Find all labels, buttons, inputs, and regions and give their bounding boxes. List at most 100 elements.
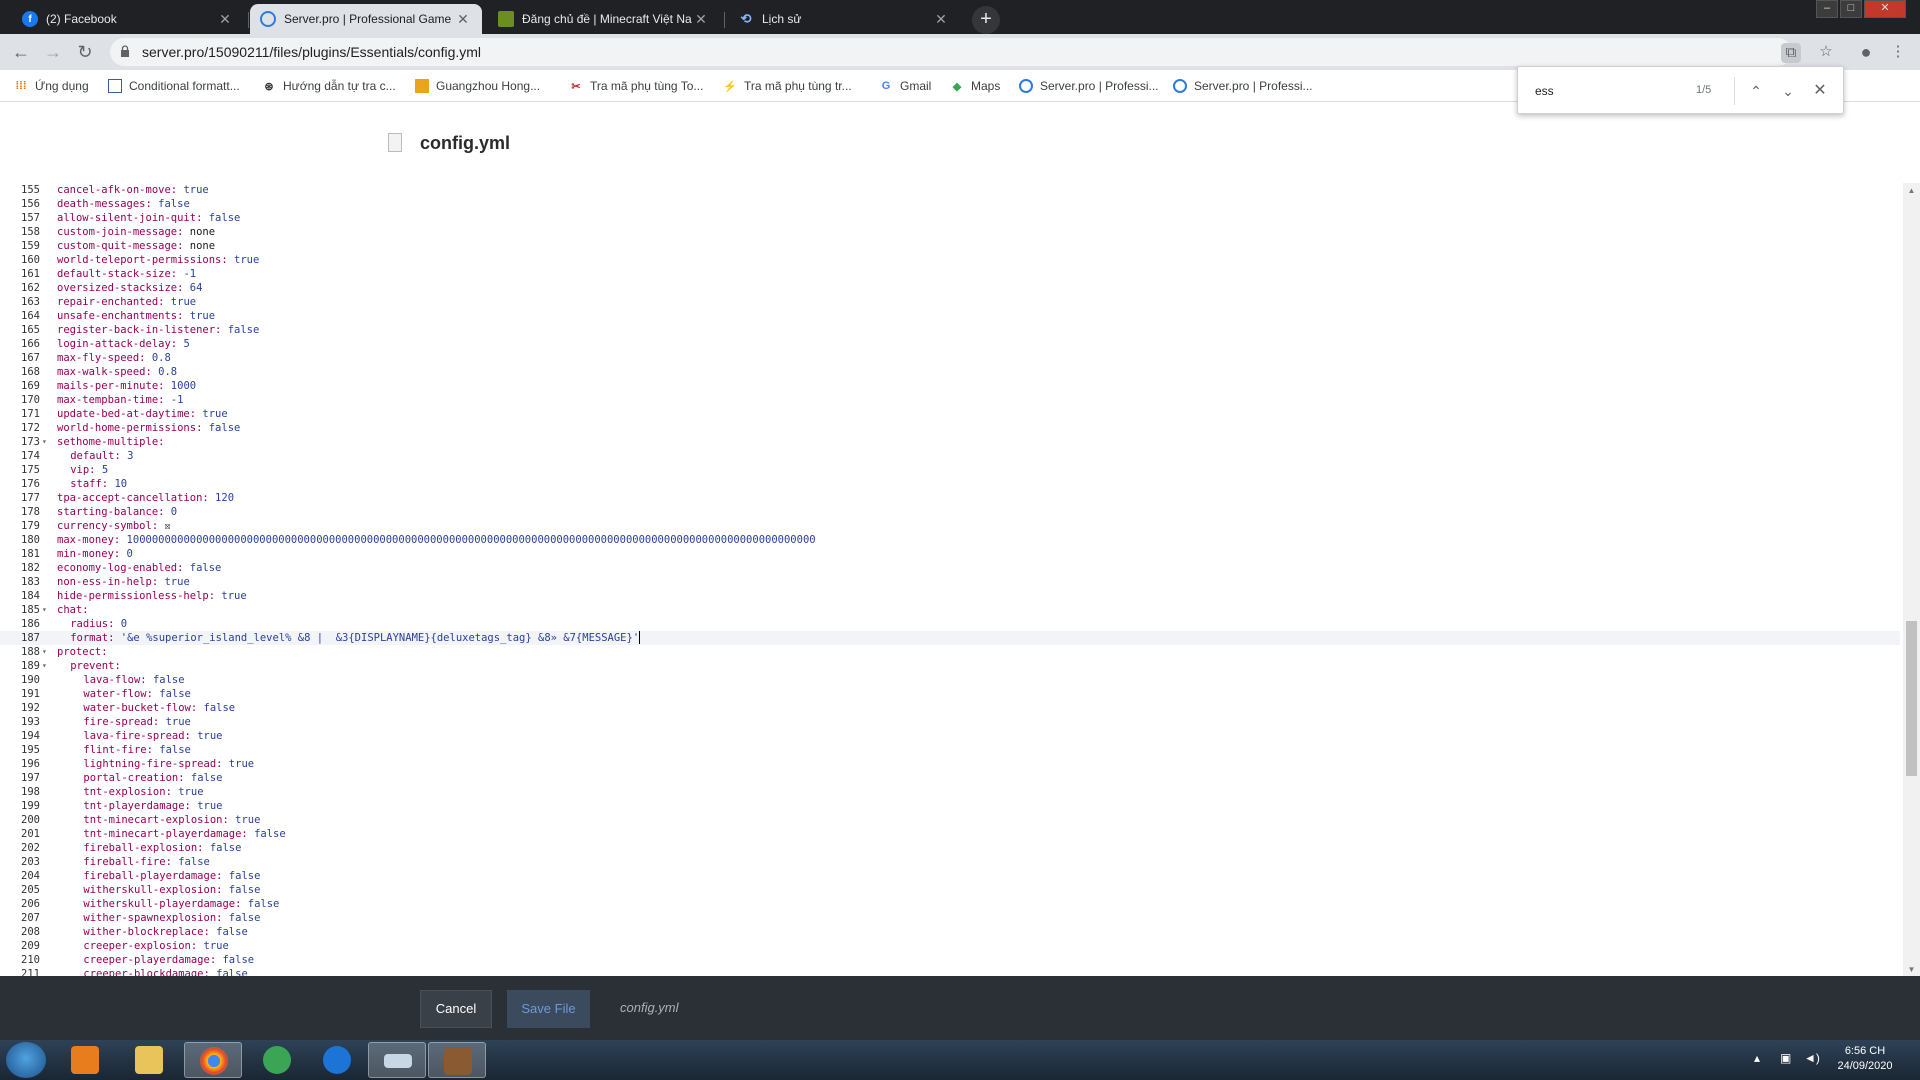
taskbar-chrome[interactable] (184, 1042, 242, 1078)
bookmark-item[interactable]: ⊛ Hướng dẫn tự tra c... (262, 77, 395, 95)
code-line[interactable]: 180 max-money: 10000000000000000000000000… (0, 533, 1900, 547)
code-line[interactable]: 164 unsafe-enchantments: true (0, 309, 1900, 323)
bookmark-item[interactable]: ⚡ Tra mã phụ tùng tr... (723, 77, 851, 95)
code-line[interactable]: 178 starting-balance: 0 (0, 505, 1900, 519)
new-tab-button[interactable]: + (972, 6, 1000, 34)
maximize-button[interactable]: □ (1840, 0, 1862, 18)
code-line[interactable]: 192 water-bucket-flow: false (0, 701, 1900, 715)
bookmark-gmail[interactable]: G Gmail (879, 77, 932, 95)
code-line[interactable]: 176 staff: 10 (0, 477, 1900, 491)
code-line[interactable]: 209 creeper-explosion: true (0, 939, 1900, 953)
bookmark-item[interactable]: ✂ Tra mã phụ tùng To... (569, 77, 703, 95)
reload-icon[interactable]: ↻ (72, 39, 98, 65)
code-line[interactable]: 206 witherskull-playerdamage: false (0, 897, 1900, 911)
find-next-icon[interactable]: ⌄ (1777, 80, 1799, 102)
code-line[interactable]: 172 world-home-permissions: false (0, 421, 1900, 435)
bookmark-item[interactable]: Server.pro | Professi... (1019, 77, 1159, 95)
code-line[interactable]: 198 tnt-explosion: true (0, 785, 1900, 799)
code-line[interactable]: 158 custom-join-message: none (0, 225, 1900, 239)
find-previous-icon[interactable]: ⌃ (1745, 80, 1767, 102)
code-line[interactable]: 159 custom-quit-message: none (0, 239, 1900, 253)
bookmark-item[interactable]: Conditional formatt... (108, 77, 240, 95)
fold-arrow-icon[interactable]: ▾ (42, 603, 47, 617)
profile-avatar-icon[interactable]: ● (1856, 42, 1876, 62)
code-line[interactable]: 163 repair-enchanted: true (0, 295, 1900, 309)
code-line[interactable]: 173 ▾ sethome-multiple: (0, 435, 1900, 449)
code-line[interactable]: 162 oversized-stacksize: 64 (0, 281, 1900, 295)
code-line[interactable]: 156 death-messages: false (0, 197, 1900, 211)
network-icon[interactable]: ▣ (1780, 1051, 1791, 1065)
taskbar-media-player[interactable] (56, 1042, 114, 1078)
code-line[interactable]: 211 creeper-blockdamage: false (0, 967, 1900, 976)
scroll-down-icon[interactable]: ▼ (1906, 965, 1917, 974)
code-line[interactable]: 208 wither-blockreplace: false (0, 925, 1900, 939)
code-line[interactable]: 166 login-attack-delay: 5 (0, 337, 1900, 351)
code-line[interactable]: 189 ▾ prevent: (0, 659, 1900, 673)
scroll-up-icon[interactable]: ▲ (1906, 186, 1917, 195)
code-line[interactable]: 170 max-tempban-time: -1 (0, 393, 1900, 407)
system-clock[interactable]: 6:56 CH 24/09/2020 (1830, 1044, 1900, 1074)
code-line[interactable]: 167 max-fly-speed: 0.8 (0, 351, 1900, 365)
code-line[interactable]: 183 non-ess-in-help: true (0, 575, 1900, 589)
code-line[interactable]: 195 flint-fire: false (0, 743, 1900, 757)
editor-scrollbar[interactable]: ▲ ▼ (1903, 183, 1920, 976)
menu-dots-icon[interactable]: ⋮ (1888, 42, 1908, 62)
taskbar-keyboard[interactable] (368, 1042, 426, 1078)
save-file-button[interactable]: Save File (507, 990, 590, 1028)
start-button[interactable] (6, 1042, 46, 1078)
tab-history[interactable]: ⟲ Lịch sử ✕ (728, 4, 960, 34)
code-line[interactable]: 190 lava-flow: false (0, 673, 1900, 687)
tab-facebook[interactable]: f (2) Facebook ✕ (12, 4, 244, 34)
taskbar-explorer[interactable] (120, 1042, 178, 1078)
scrollbar-thumb[interactable] (1906, 621, 1917, 776)
code-line[interactable]: 181 min-money: 0 (0, 547, 1900, 561)
bookmark-maps[interactable]: ◆ Maps (950, 77, 1001, 95)
taskbar-minecraft[interactable] (428, 1042, 486, 1078)
code-line[interactable]: 161 default-stack-size: -1 (0, 267, 1900, 281)
address-bar[interactable]: server.pro/15090211/files/plugins/Essent… (110, 38, 1801, 66)
bookmark-item[interactable]: Server.pro | Professi... (1173, 77, 1313, 95)
code-line[interactable]: 186 radius: 0 (0, 617, 1900, 631)
code-line[interactable]: 185 ▾ chat: (0, 603, 1900, 617)
code-line[interactable]: 187 format: '&e %superior_island_level% &… (0, 631, 1900, 645)
code-line[interactable]: 191 water-flow: false (0, 687, 1900, 701)
volume-icon[interactable]: ◄) (1804, 1051, 1820, 1065)
code-line[interactable]: 188 ▾ protect: (0, 645, 1900, 659)
bookmark-item[interactable]: Guangzhou Hong... (415, 77, 540, 95)
fold-arrow-icon[interactable]: ▾ (42, 435, 47, 449)
code-line[interactable]: 204 fireball-playerdamage: false (0, 869, 1900, 883)
tray-expand-icon[interactable]: ▴ (1754, 1051, 1760, 1065)
cancel-button[interactable]: Cancel (420, 990, 492, 1028)
code-line[interactable]: 171 update-bed-at-daytime: true (0, 407, 1900, 421)
find-close-icon[interactable]: ✕ (1809, 80, 1831, 102)
code-line[interactable]: 196 lightning-fire-spread: true (0, 757, 1900, 771)
code-line[interactable]: 210 creeper-playerdamage: false (0, 953, 1900, 967)
code-line[interactable]: 202 fireball-explosion: false (0, 841, 1900, 855)
find-input[interactable]: ess (1535, 84, 1554, 98)
minimize-button[interactable]: – (1816, 0, 1838, 18)
code-line[interactable]: 205 witherskull-explosion: false (0, 883, 1900, 897)
code-line[interactable]: 160 world-teleport-permissions: true (0, 253, 1900, 267)
close-tab-icon[interactable]: ✕ (454, 10, 472, 28)
code-line[interactable]: 165 register-back-in-listener: false (0, 323, 1900, 337)
code-line[interactable]: 207 wither-spawnexplosion: false (0, 911, 1900, 925)
code-line[interactable]: 157 allow-silent-join-quit: false (0, 211, 1900, 225)
taskbar-app-blue[interactable] (308, 1042, 366, 1078)
code-editor[interactable]: 155 cancel-afk-on-move: true 156 death-mess… (0, 183, 1920, 976)
code-line[interactable]: 184 hide-permissionless-help: true (0, 589, 1900, 603)
code-line[interactable]: 199 tnt-playerdamage: true (0, 799, 1900, 813)
star-icon[interactable]: ☆ (1816, 42, 1836, 62)
page-info-icon[interactable]: ⧉ (1781, 43, 1801, 63)
code-line[interactable]: 194 lava-fire-spread: true (0, 729, 1900, 743)
code-line[interactable]: 168 max-walk-speed: 0.8 (0, 365, 1900, 379)
code-line[interactable]: 203 fireball-fire: false (0, 855, 1900, 869)
fold-arrow-icon[interactable]: ▾ (42, 645, 47, 659)
tab-serverpro[interactable]: Server.pro | Professional Game S ✕ (250, 4, 482, 34)
code-line[interactable]: 201 tnt-minecart-playerdamage: false (0, 827, 1900, 841)
code-line[interactable]: 155 cancel-afk-on-move: true (0, 183, 1900, 197)
code-line[interactable]: 177 tpa-accept-cancellation: 120 (0, 491, 1900, 505)
close-window-button[interactable]: ✕ (1864, 0, 1906, 18)
code-line[interactable]: 174 default: 3 (0, 449, 1900, 463)
code-line[interactable]: 175 vip: 5 (0, 463, 1900, 477)
close-tab-icon[interactable]: ✕ (692, 10, 710, 28)
